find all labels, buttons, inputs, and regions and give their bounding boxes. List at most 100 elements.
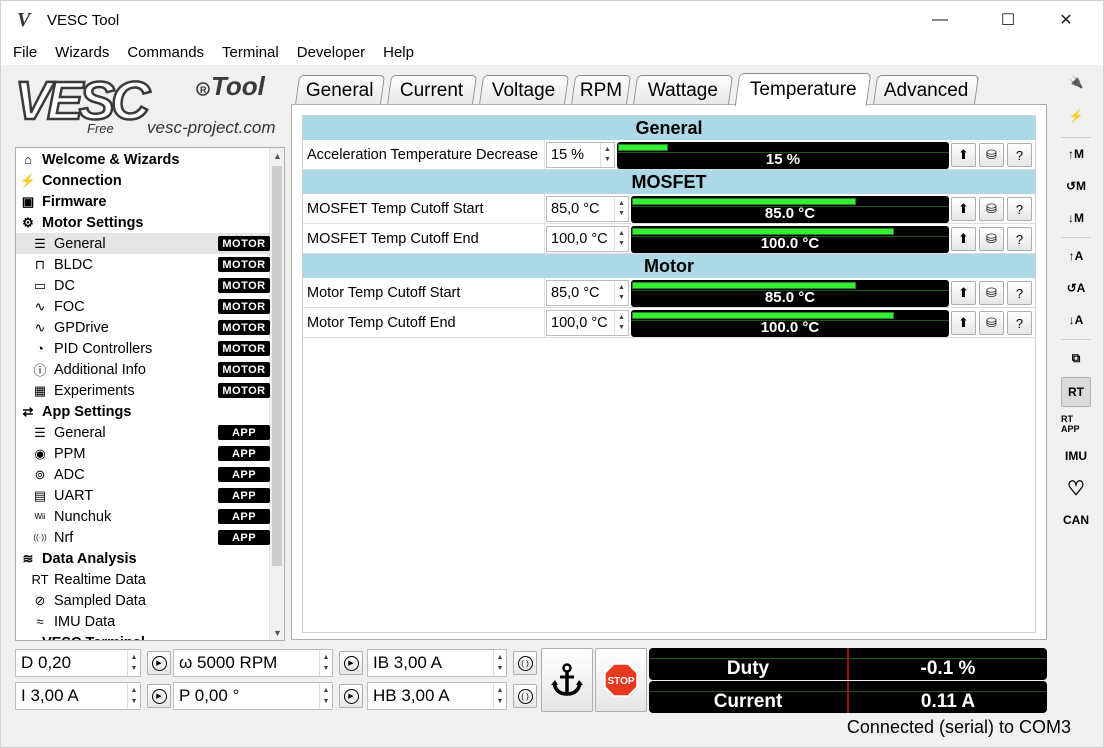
position-stepper[interactable]: ▲ ▼	[319, 683, 332, 709]
upload-param-button[interactable]: ⬆	[951, 143, 976, 167]
param-value-input[interactable]: 15 % ▲ ▼	[546, 142, 615, 168]
rt-app-icon[interactable]: RT APP	[1061, 409, 1091, 439]
close-button[interactable]: ✕	[1043, 1, 1089, 39]
upload-param-button[interactable]: ⬆	[951, 227, 976, 251]
tree-item-gpdrive[interactable]: ∿ GPDrive MOTOR	[16, 317, 270, 338]
tree-item-dc[interactable]: ▭ DC MOTOR	[16, 275, 270, 296]
tab-voltage[interactable]: Voltage	[478, 75, 570, 105]
tree-item-bldc[interactable]: ⊓ BLDC MOTOR	[16, 254, 270, 275]
default-param-button[interactable]: ⛁	[979, 227, 1004, 251]
set-current-button[interactable]: ▶	[147, 684, 171, 708]
param-stepper[interactable]: ▲ ▼	[614, 311, 628, 335]
tab-wattage[interactable]: Wattage	[632, 75, 734, 105]
current-stepper[interactable]: ▲ ▼	[127, 683, 140, 709]
help-param-button[interactable]: ?	[1007, 227, 1032, 251]
menu-commands[interactable]: Commands	[121, 44, 210, 61]
stop-button[interactable]: STOP	[595, 648, 647, 712]
param-stepper[interactable]: ▲ ▼	[614, 197, 628, 221]
tree-item-general[interactable]: ☰ General APP	[16, 422, 270, 443]
menu-wizards[interactable]: Wizards	[49, 44, 115, 61]
tree-item-nunchuk[interactable]: Wii Nunchuk APP	[16, 506, 270, 527]
set-rpm-button[interactable]: ▶	[339, 651, 363, 675]
read-default-motor-config-icon[interactable]: ↺M	[1061, 171, 1091, 201]
tree-item-general[interactable]: ☰ General MOTOR	[16, 233, 270, 254]
scroll-down-icon[interactable]: ▼	[270, 625, 284, 640]
tree-item-sampled-data[interactable]: ⊘ Sampled Data	[16, 590, 270, 611]
can-forward-icon[interactable]: CAN	[1061, 505, 1091, 535]
default-param-button[interactable]: ⛁	[979, 311, 1004, 335]
rt-stream-icon[interactable]: RT	[1061, 377, 1091, 407]
tree-item-app-settings[interactable]: ⇄ App Settings	[16, 401, 270, 422]
param-value-input[interactable]: 85,0 °C ▲ ▼	[546, 280, 629, 306]
anchor-button[interactable]	[541, 648, 593, 712]
set-handbrake-button[interactable]: ( )	[513, 684, 537, 708]
param-value-input[interactable]: 100,0 °C ▲ ▼	[546, 310, 629, 336]
help-param-button[interactable]: ?	[1007, 197, 1032, 221]
current-input[interactable]: I 3,00 A ▲ ▼	[15, 682, 141, 710]
set-brake-button[interactable]: ( )	[513, 651, 537, 675]
write-motor-config-icon[interactable]: ↓M	[1061, 203, 1091, 233]
tree-item-uart[interactable]: ▤ UART APP	[16, 485, 270, 506]
maximize-button[interactable]: ☐	[985, 1, 1031, 39]
duty-input[interactable]: D 0,20 ▲ ▼	[15, 649, 141, 677]
default-param-button[interactable]: ⛁	[979, 281, 1004, 305]
menu-developer[interactable]: Developer	[291, 44, 371, 61]
tree-item-ppm[interactable]: ◉ PPM APP	[16, 443, 270, 464]
tree-item-pid-controllers[interactable]: ◔ PID Controllers MOTOR	[16, 338, 270, 359]
duty-stepper[interactable]: ▲ ▼	[127, 650, 140, 676]
scroll-thumb[interactable]	[272, 166, 282, 566]
help-param-button[interactable]: ?	[1007, 143, 1032, 167]
tree-item-vesc-terminal[interactable]: ▭ VESC Terminal	[16, 632, 270, 641]
tree-item-connection[interactable]: ⚡ Connection	[16, 170, 270, 191]
menu-help[interactable]: Help	[377, 44, 420, 61]
rpm-stepper[interactable]: ▲ ▼	[319, 650, 332, 676]
position-input[interactable]: P 0,00 ° ▲ ▼	[173, 682, 333, 710]
handbrake-input[interactable]: HB 3,00 A ▲ ▼	[367, 682, 507, 710]
read-default-app-config-icon[interactable]: ↺A	[1061, 273, 1091, 303]
default-param-button[interactable]: ⛁	[979, 197, 1004, 221]
upload-param-button[interactable]: ⬆	[951, 311, 976, 335]
tree-item-welcome-wizards[interactable]: ⌂ Welcome & Wizards	[16, 149, 270, 170]
menu-terminal[interactable]: Terminal	[216, 44, 285, 61]
scroll-up-icon[interactable]: ▲	[270, 148, 284, 163]
tab-current[interactable]: Current	[386, 75, 478, 105]
tab-temperature[interactable]: Temperature	[734, 73, 872, 106]
connect-icon[interactable]: 🔌	[1061, 67, 1091, 97]
set-position-button[interactable]: ▶	[339, 684, 363, 708]
param-value-input[interactable]: 85,0 °C ▲ ▼	[546, 196, 629, 222]
read-app-config-icon[interactable]: ↑A	[1061, 241, 1091, 271]
param-stepper[interactable]: ▲ ▼	[600, 143, 614, 167]
tree-item-firmware[interactable]: ▣ Firmware	[16, 191, 270, 212]
help-param-button[interactable]: ?	[1007, 311, 1032, 335]
set-duty-button[interactable]: ▶	[147, 651, 171, 675]
tree-item-adc[interactable]: ⊚ ADC APP	[16, 464, 270, 485]
keepalive-heart-icon[interactable]: ♡	[1061, 473, 1091, 503]
help-param-button[interactable]: ?	[1007, 281, 1032, 305]
upload-param-button[interactable]: ⬆	[951, 197, 976, 221]
imu-stream-icon[interactable]: IMU	[1061, 441, 1091, 471]
tree-item-experiments[interactable]: ▦ Experiments MOTOR	[16, 380, 270, 401]
navigation-tree[interactable]: ▲ ▼ ⌂ Welcome & Wizards ⚡ Connection ▣ Firmwa…	[15, 147, 285, 641]
rpm-input[interactable]: ω 5000 RPM ▲ ▼	[173, 649, 333, 677]
tab-rpm[interactable]: RPM	[570, 75, 632, 105]
tree-item-additional-info[interactable]: ⓘ Additional Info MOTOR	[16, 359, 270, 380]
tree-item-data-analysis[interactable]: ≋ Data Analysis	[16, 548, 270, 569]
tree-scrollbar[interactable]: ▲ ▼	[269, 148, 284, 640]
read-motor-config-icon[interactable]: ↑M	[1061, 139, 1091, 169]
tree-item-nrf[interactable]: ((·)) Nrf APP	[16, 527, 270, 548]
tree-item-motor-settings[interactable]: ⚙ Motor Settings	[16, 212, 270, 233]
minimize-button[interactable]: —	[917, 1, 963, 39]
can-devices-icon[interactable]: ⧉	[1061, 343, 1091, 373]
param-stepper[interactable]: ▲ ▼	[614, 227, 628, 251]
brake-current-input[interactable]: IB 3,00 A ▲ ▼	[367, 649, 507, 677]
handbrake-stepper[interactable]: ▲ ▼	[493, 683, 506, 709]
disconnect-icon[interactable]: ⚡	[1061, 101, 1091, 131]
tree-item-foc[interactable]: ∿ FOC MOTOR	[16, 296, 270, 317]
tree-item-imu-data[interactable]: ≈ IMU Data	[16, 611, 270, 632]
upload-param-button[interactable]: ⬆	[951, 281, 976, 305]
tab-general[interactable]: General	[294, 75, 386, 105]
default-param-button[interactable]: ⛁	[979, 143, 1004, 167]
menu-file[interactable]: File	[7, 44, 43, 61]
tree-item-realtime-data[interactable]: RT Realtime Data	[16, 569, 270, 590]
brake-stepper[interactable]: ▲ ▼	[493, 650, 506, 676]
